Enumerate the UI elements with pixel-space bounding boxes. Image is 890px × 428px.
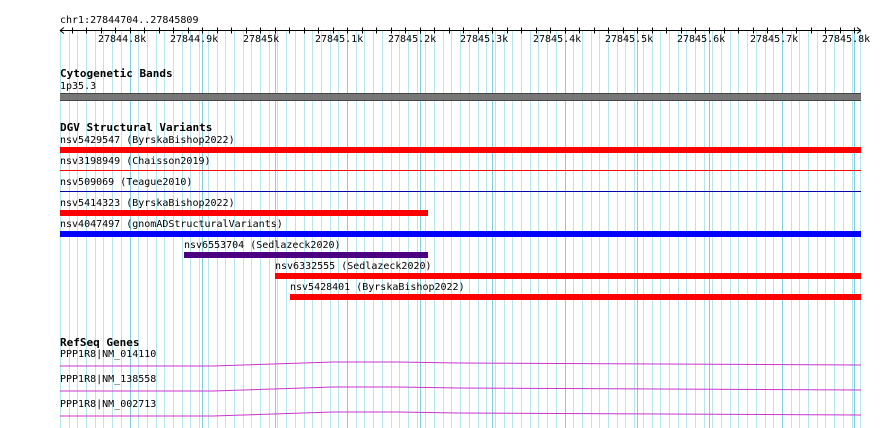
track-title-dgv[interactable]: DGV Structural Variants xyxy=(60,121,212,134)
ruler-tick-label: 27845.4k xyxy=(533,34,582,45)
ruler-tick-label: 27845.7k xyxy=(750,34,799,45)
dgv-feature-label[interactable]: nsv6553704 (Sedlazeck2020) xyxy=(184,240,341,252)
cytoband-label: 1p35.3 xyxy=(60,81,97,92)
dgv-feature-label[interactable]: nsv3198949 (Chaisson2019) xyxy=(60,156,211,168)
genome-browser-view[interactable]: chr1:27844704..27845809 Cytogenetic Band… xyxy=(0,0,890,428)
cytoband-bar[interactable] xyxy=(60,93,861,101)
ruler-tick-label: 27845.8k xyxy=(822,34,871,45)
dgv-feature-label[interactable]: nsv5414323 (ByrskaBishop2022) xyxy=(60,198,235,210)
ruler-tick-label: 27845.6k xyxy=(677,34,726,45)
dgv-feature-bar[interactable] xyxy=(275,273,861,279)
ruler-tick-label: 27845.2k xyxy=(388,34,437,45)
dgv-feature-label[interactable]: nsv6332555 (Sedlazeck2020) xyxy=(275,261,432,273)
dgv-feature-label[interactable]: nsv4047497 (gnomADStructuralVariants) xyxy=(60,219,283,231)
dgv-feature-bar[interactable] xyxy=(60,210,428,216)
dgv-feature-label[interactable]: nsv509069 (Teague2010) xyxy=(60,177,192,189)
ruler-tick-label: 27844.9k xyxy=(170,34,219,45)
ruler-tick-label: 27845.1k xyxy=(315,34,364,45)
refseq-intron-line[interactable] xyxy=(0,360,890,368)
dgv-feature-label[interactable]: nsv5429547 (ByrskaBishop2022) xyxy=(60,135,235,147)
refseq-intron-line[interactable] xyxy=(0,410,890,418)
dgv-feature-bar[interactable] xyxy=(60,147,861,153)
refseq-intron-line[interactable] xyxy=(0,385,890,393)
dgv-feature-bar[interactable] xyxy=(184,252,428,258)
track-title-refseq[interactable]: RefSeq Genes xyxy=(60,336,139,349)
ruler-tick-label: 27844.8k xyxy=(98,34,147,45)
track-title-cytobands[interactable]: Cytogenetic Bands xyxy=(60,67,173,80)
dgv-feature-bar[interactable] xyxy=(60,170,861,171)
ruler-tick-label: 27845.3k xyxy=(460,34,509,45)
dgv-feature-label[interactable]: nsv5428401 (ByrskaBishop2022) xyxy=(290,282,465,294)
dgv-feature-bar[interactable] xyxy=(290,294,861,300)
ruler-tick-label: 27845.5k xyxy=(605,34,654,45)
dgv-feature-bar[interactable] xyxy=(60,191,861,192)
dgv-feature-bar[interactable] xyxy=(60,231,861,237)
ruler-tick-label: 27845k xyxy=(243,34,280,45)
